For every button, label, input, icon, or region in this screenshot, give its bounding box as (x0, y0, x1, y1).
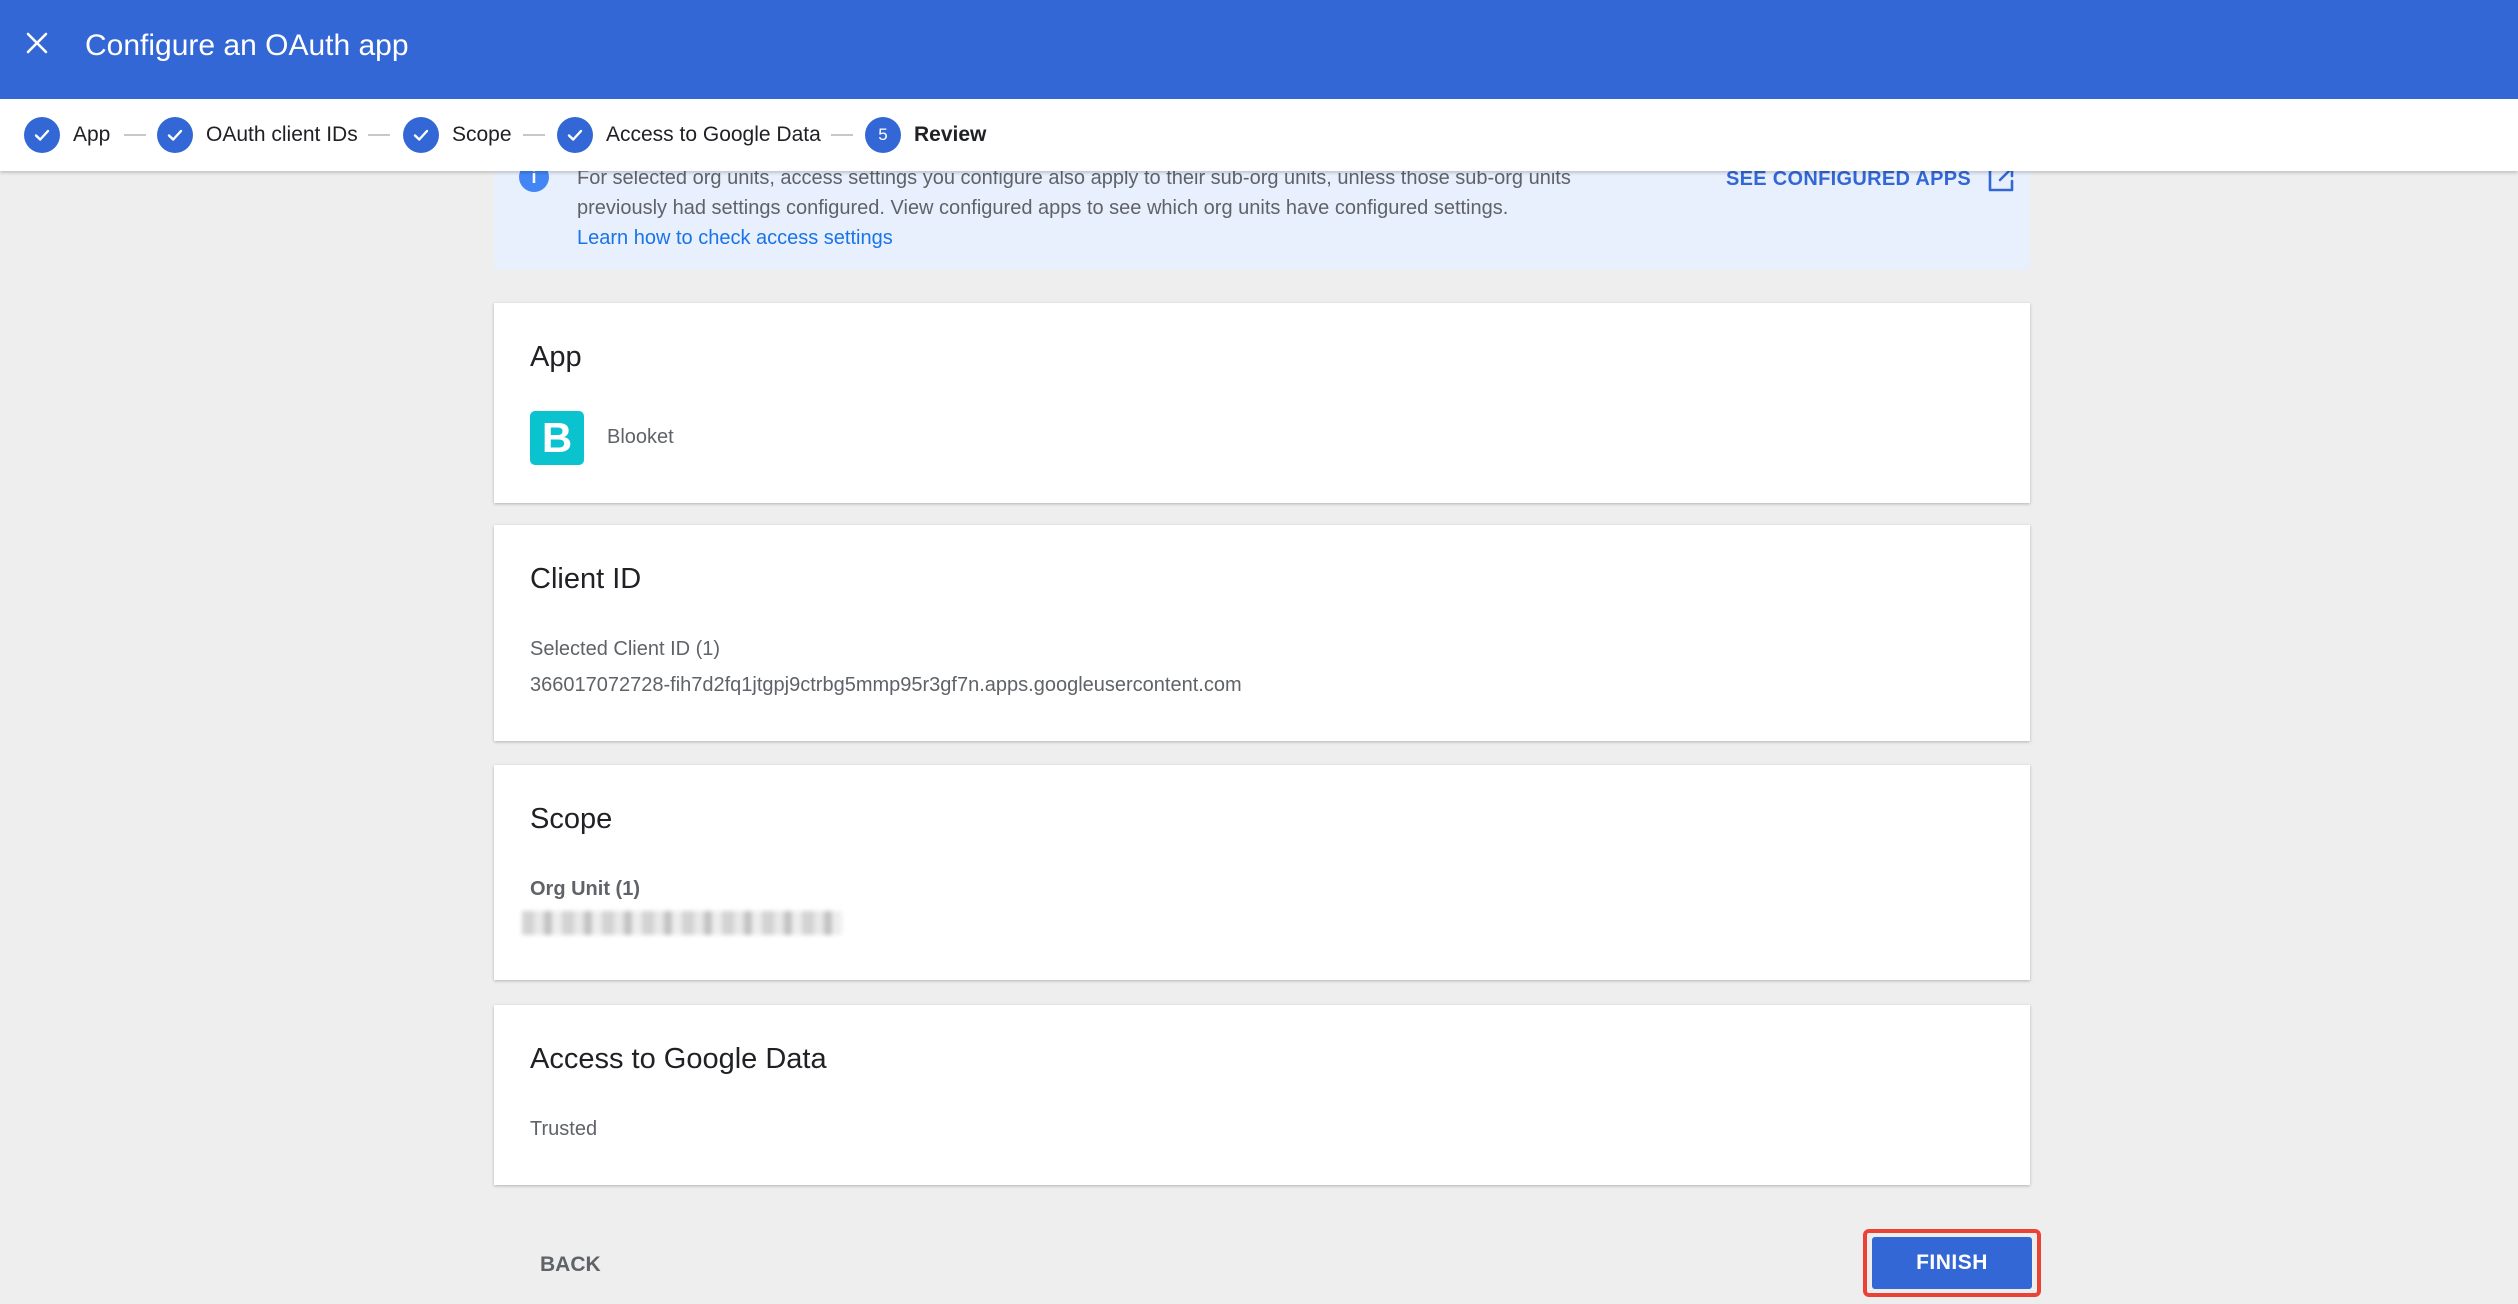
check-icon (403, 117, 439, 153)
org-unit-label: Org Unit (1) (530, 878, 640, 900)
stepper: App OAuth client IDs Scope Access to Goo… (0, 99, 2518, 171)
page-title: Configure an OAuth app (85, 29, 409, 62)
blooket-logo: B (530, 411, 584, 465)
access-card: Access to Google Data Trusted (494, 1005, 2030, 1185)
info-banner: i For selected org units, access setting… (494, 162, 2030, 270)
step-connector (831, 134, 853, 136)
step-review[interactable]: 5 Review (865, 117, 986, 153)
check-icon (157, 117, 193, 153)
card-title: Client ID (530, 563, 642, 595)
back-button[interactable]: BACK (516, 1245, 625, 1285)
step-connector (124, 134, 146, 136)
step-label: Review (914, 123, 987, 146)
step-scope[interactable]: Scope (403, 117, 512, 153)
client-id-card: Client ID Selected Client ID (1) 3660170… (494, 525, 2030, 741)
check-icon (557, 117, 593, 153)
step-label: App (73, 123, 111, 146)
redacted-org-unit (522, 911, 842, 935)
step-connector (523, 134, 545, 136)
card-title: App (530, 341, 582, 373)
step-app[interactable]: App (24, 117, 110, 153)
step-connector (368, 134, 390, 136)
close-icon[interactable] (22, 28, 52, 58)
step-number: 5 (865, 117, 901, 153)
info-text: For selected org units, access settings … (577, 163, 1657, 253)
selected-client-id-label: Selected Client ID (1) (530, 638, 721, 660)
card-title: Access to Google Data (530, 1043, 827, 1075)
step-label: Access to Google Data (606, 123, 821, 146)
app-name: Blooket (607, 426, 674, 448)
access-value: Trusted (530, 1118, 598, 1140)
info-message: For selected org units, access settings … (577, 167, 1571, 219)
step-label: Scope (452, 123, 512, 146)
client-id-value: 366017072728-fih7d2fq1jtgpj9ctrbg5mmp95r… (530, 674, 1242, 696)
learn-access-settings-link[interactable]: Learn how to check access settings (577, 227, 893, 249)
card-title: Scope (530, 803, 613, 835)
step-label: OAuth client IDs (206, 123, 358, 146)
finish-highlight: FINISH (1863, 1229, 2041, 1297)
step-access-to-google-data[interactable]: Access to Google Data (557, 117, 821, 153)
app-card: App B Blooket (494, 303, 2030, 503)
step-oauth-client-ids[interactable]: OAuth client IDs (157, 117, 358, 153)
check-icon (24, 117, 60, 153)
finish-button[interactable]: FINISH (1872, 1237, 2032, 1289)
review-content[interactable]: i For selected org units, access setting… (0, 162, 2518, 1304)
top-app-bar: Configure an OAuth app (0, 0, 2518, 99)
scope-card: Scope Org Unit (1) (494, 765, 2030, 980)
